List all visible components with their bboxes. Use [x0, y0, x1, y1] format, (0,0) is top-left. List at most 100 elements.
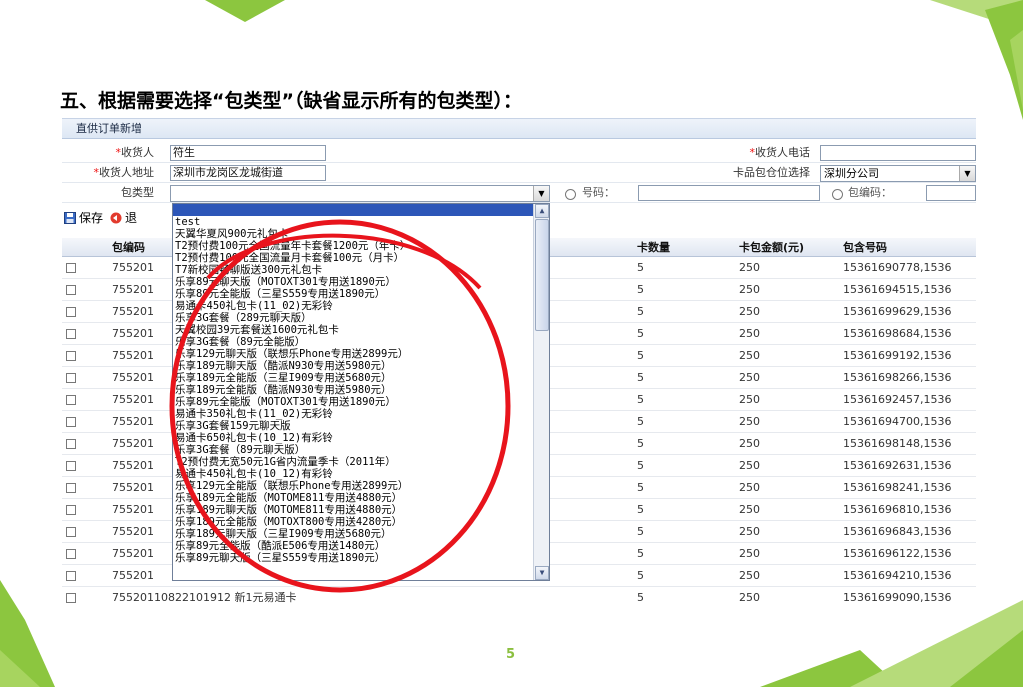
dropdown-option[interactable]: 乐享89元聊天版（MOTOXT301专用送1890元）: [173, 276, 534, 288]
amount-cell: 250: [735, 498, 839, 521]
row-checkbox[interactable]: [66, 394, 76, 405]
dropdown-option[interactable]: 乐享189元聊天版（酷派N930专用送5980元）: [173, 360, 534, 372]
amount-column-header[interactable]: 卡包金额(元): [735, 238, 839, 257]
dropdown-option[interactable]: 易通卡350礼包卡(11_02)无彩铃: [173, 408, 534, 420]
dropdown-option[interactable]: 易通卡450礼包卡(10_12)有彩铃: [173, 468, 534, 480]
dropdown-option[interactable]: 乐享189元全能版（三星I909专用送5680元）: [173, 372, 534, 384]
row-checkbox[interactable]: [66, 482, 76, 493]
warehouse-select[interactable]: 深圳分公司 ▼: [820, 165, 976, 182]
dropdown-option[interactable]: 天翼校园39元套餐送1600元礼包卡: [173, 324, 534, 336]
table-row[interactable]: 75520110822101912 新1元易通卡 5 250 15361699090,…: [62, 586, 976, 604]
back-button[interactable]: 退: [110, 207, 137, 229]
number-radio[interactable]: [565, 189, 576, 200]
number-input[interactable]: [638, 185, 820, 201]
row-checkbox[interactable]: [66, 526, 76, 537]
package-code-input[interactable]: [926, 185, 976, 201]
amount-cell: 250: [735, 520, 839, 543]
address-input[interactable]: 深圳市龙岗区龙城街道: [170, 165, 326, 181]
phone-input[interactable]: [820, 145, 976, 161]
dropdown-option[interactable]: 乐享89元全能版（MOTOXT301专用送1890元）: [173, 396, 534, 408]
dropdown-option[interactable]: 易通卡450礼包卡(11_02)无彩铃: [173, 300, 534, 312]
row-checkbox: [62, 476, 108, 499]
dropdown-option[interactable]: test: [173, 216, 534, 228]
card-count-cell: 5: [633, 564, 735, 587]
number-label: 号码：: [582, 186, 615, 199]
selected-option-highlight[interactable]: [173, 204, 549, 216]
scroll-down-icon[interactable]: ▼: [535, 566, 549, 580]
row-checkbox[interactable]: [66, 504, 76, 515]
dropdown-option[interactable]: 乐享189元聊天版（三星I909专用送5680元）: [173, 528, 534, 540]
dropdown-option[interactable]: 乐享89元全能版（酷派E506专用送1480元）: [173, 540, 534, 552]
row-checkbox: [62, 586, 108, 604]
package-code-radio[interactable]: [832, 189, 843, 200]
card-count-cell: 5: [633, 322, 735, 345]
dropdown-option[interactable]: 乐享3G套餐（289元聊天版）: [173, 312, 534, 324]
numbers-cell: 15361692457,1536: [839, 388, 976, 411]
row-checkbox: [62, 256, 108, 279]
row-checkbox[interactable]: [66, 328, 76, 339]
chevron-down-icon[interactable]: ▼: [533, 186, 549, 201]
row-checkbox[interactable]: [66, 592, 76, 603]
dropdown-option[interactable]: 乐享89元全能版（三星S559专用送1890元）: [173, 288, 534, 300]
row-checkbox[interactable]: [66, 262, 76, 273]
dropdown-option[interactable]: T2预付费100元全国流量月卡套餐100元（月卡）: [173, 252, 534, 264]
dropdown-option[interactable]: 天翼华夏风900元礼包卡: [173, 228, 534, 240]
row-checkbox[interactable]: [66, 460, 76, 471]
card-count-cell: 5: [633, 586, 735, 604]
card-count-cell: 5: [633, 388, 735, 411]
numbers-column-header[interactable]: 包含号码: [839, 238, 976, 257]
card-count-cell: 5: [633, 520, 735, 543]
row-checkbox[interactable]: [66, 350, 76, 361]
row-checkbox[interactable]: [66, 438, 76, 449]
row-checkbox: [62, 322, 108, 345]
row-checkbox[interactable]: [66, 372, 76, 383]
row-checkbox: [62, 542, 108, 565]
row-checkbox: [62, 300, 108, 323]
dropdown-option[interactable]: 乐享189元聊天版（MOTOME811专用送4880元）: [173, 504, 534, 516]
amount-cell: 250: [735, 476, 839, 499]
dropdown-option[interactable]: 易通卡650礼包卡(10_12)有彩铃: [173, 432, 534, 444]
dropdown-option[interactable]: T7新校园畅聊版送300元礼包卡: [173, 264, 534, 276]
dropdown-scrollbar[interactable]: ▲ ▼: [533, 204, 549, 580]
code-cell: 75520110822101912 新1元易通卡: [108, 586, 443, 604]
dropdown-option[interactable]: T2预付费无宽50元1G省内流量季卡（2011年）: [173, 456, 534, 468]
dropdown-option[interactable]: T2预付费100元全国流量年卡套餐1200元（年卡）: [173, 240, 534, 252]
row-checkbox: [62, 498, 108, 521]
dropdown-option[interactable]: 乐享3G套餐159元聊天版: [173, 420, 534, 432]
save-button[interactable]: 保存: [64, 207, 103, 229]
dropdown-option[interactable]: 乐享189元全能版（酷派N930专用送5980元）: [173, 384, 534, 396]
amount-cell: 250: [735, 542, 839, 565]
package-type-dropdown-list[interactable]: test 天翼华夏风900元礼包卡 T2预付费100元全国流量年卡套餐1200元（年…: [172, 203, 550, 581]
numbers-cell: 15361690778,1536: [839, 256, 976, 279]
amount-cell: 250: [735, 564, 839, 587]
dropdown-option[interactable]: 乐享129元全能版（联想乐Phone专用送2899元）: [173, 480, 534, 492]
row-checkbox: [62, 388, 108, 411]
package-type-select[interactable]: ▼: [170, 185, 550, 202]
numbers-cell: 15361698684,1536: [839, 322, 976, 345]
dropdown-option[interactable]: 乐享189元全能版（MOTOME811专用送4880元）: [173, 492, 534, 504]
card-count-cell: 5: [633, 344, 735, 367]
row-checkbox: [62, 454, 108, 477]
amount-cell: 250: [735, 454, 839, 477]
card-count-cell: 5: [633, 432, 735, 455]
row-checkbox[interactable]: [66, 306, 76, 317]
card-count-cell: 5: [633, 542, 735, 565]
amount-cell: 250: [735, 586, 839, 604]
dropdown-option[interactable]: 乐享3G套餐（89元全能版）: [173, 336, 534, 348]
scroll-up-icon[interactable]: ▲: [535, 204, 549, 218]
row-checkbox[interactable]: [66, 570, 76, 581]
recipient-input[interactable]: 符生: [170, 145, 326, 161]
row-checkbox[interactable]: [66, 416, 76, 427]
dropdown-option[interactable]: 乐享129元聊天版（联想乐Phone专用送2899元）: [173, 348, 534, 360]
card-count-column-header[interactable]: 卡数量: [633, 238, 735, 257]
package-code-label: 包编码：: [848, 186, 892, 199]
row-checkbox[interactable]: [66, 284, 76, 295]
row-checkbox[interactable]: [66, 548, 76, 559]
row-checkbox: [62, 520, 108, 543]
dropdown-option[interactable]: 乐享89元聊天版（三星S559专用送1890元）: [173, 552, 534, 564]
package-type-label: 包类型: [121, 186, 154, 199]
numbers-cell: 15361696122,1536: [839, 542, 976, 565]
dropdown-option[interactable]: 乐享189元全能版（MOTOXT800专用送4280元）: [173, 516, 534, 528]
dropdown-option[interactable]: 乐享3G套餐（89元聊天版）: [173, 444, 534, 456]
scrollbar-thumb[interactable]: [535, 219, 549, 331]
